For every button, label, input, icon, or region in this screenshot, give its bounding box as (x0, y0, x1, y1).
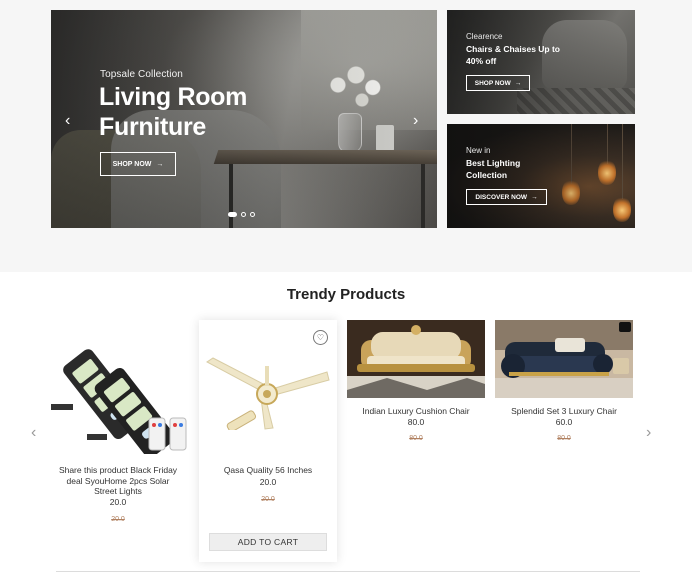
banner-chairs[interactable]: Clearence Chairs & Chaises Up to 40% off… (447, 10, 635, 114)
product-name[interactable]: Splendid Set 3 Luxury Chair (495, 406, 633, 417)
banner-title: Chairs & Chaises Up to 40% off (466, 44, 560, 66)
slider-dot[interactable] (250, 212, 255, 217)
arrow-right-icon: → (531, 193, 538, 201)
hero-slider[interactable]: Topsale Collection Living Room Furniture… (51, 10, 437, 228)
slide-subtitle: Topsale Collection (100, 69, 183, 80)
product-name[interactable]: Share this product Black Friday deal Syo… (49, 465, 187, 497)
shop-now-button[interactable]: SHOP NOW → (466, 75, 530, 91)
product-old-price: 80.0 (557, 435, 571, 442)
chevron-left-icon[interactable]: ‹ (31, 424, 36, 442)
luxury-sofa-image (495, 320, 633, 398)
slider-dot[interactable] (228, 212, 237, 217)
banner-kicker: Clearence (466, 32, 503, 41)
product-price: 80.0 (407, 417, 425, 427)
solar-street-light-image (51, 349, 187, 454)
product-card[interactable]: Share this product Black Friday deal Syo… (49, 320, 187, 530)
product-old-price: 20.0 (261, 496, 275, 503)
slide-title: Living Room Furniture (99, 83, 248, 141)
divider (56, 571, 640, 572)
section-title: Trendy Products (286, 286, 406, 303)
product-old-price: 20.0 (111, 516, 125, 523)
banner-title: Best Lighting Collection (466, 158, 521, 180)
product-card[interactable]: Indian Luxury Cushion Chair 80.0 80.0 (347, 320, 485, 450)
heart-icon[interactable]: ♡ (313, 330, 328, 345)
product-old-price: 80.0 (409, 435, 423, 442)
cushion-chair-image (347, 320, 485, 398)
chevron-right-icon[interactable]: › (413, 113, 418, 129)
banner-lighting[interactable]: New in Best Lighting Collection DISCOVER… (447, 124, 635, 228)
product-price: 20.0 (109, 497, 127, 507)
button-label: SHOP NOW (474, 79, 511, 87)
chevron-left-icon[interactable]: ‹ (65, 113, 70, 129)
chevron-right-icon[interactable]: › (646, 424, 651, 442)
product-price: 60.0 (555, 417, 573, 427)
slider-pagination (228, 212, 255, 217)
shop-now-button[interactable]: SHOP NOW → (100, 152, 176, 176)
add-to-cart-button[interactable]: ADD TO CART (209, 533, 327, 551)
product-card[interactable]: Splendid Set 3 Luxury Chair 60.0 80.0 (495, 320, 633, 450)
product-price: 20.0 (259, 477, 277, 487)
slider-dot[interactable] (241, 212, 246, 217)
arrow-right-icon: → (156, 160, 164, 168)
arrow-right-icon: → (514, 79, 522, 87)
product-card[interactable]: ♡ Qasa Quality 56 Inches 20.0 20.0 ADD T… (199, 320, 337, 562)
button-label: DISCOVER NOW (475, 193, 528, 201)
shop-now-label: SHOP NOW (112, 160, 152, 168)
product-name[interactable]: Qasa Quality 56 Inches (199, 465, 337, 476)
discover-now-button[interactable]: DISCOVER NOW → (466, 189, 547, 205)
product-name[interactable]: Indian Luxury Cushion Chair (347, 406, 485, 417)
banner-kicker: New in (466, 146, 491, 155)
ceiling-fan-image (206, 357, 330, 430)
